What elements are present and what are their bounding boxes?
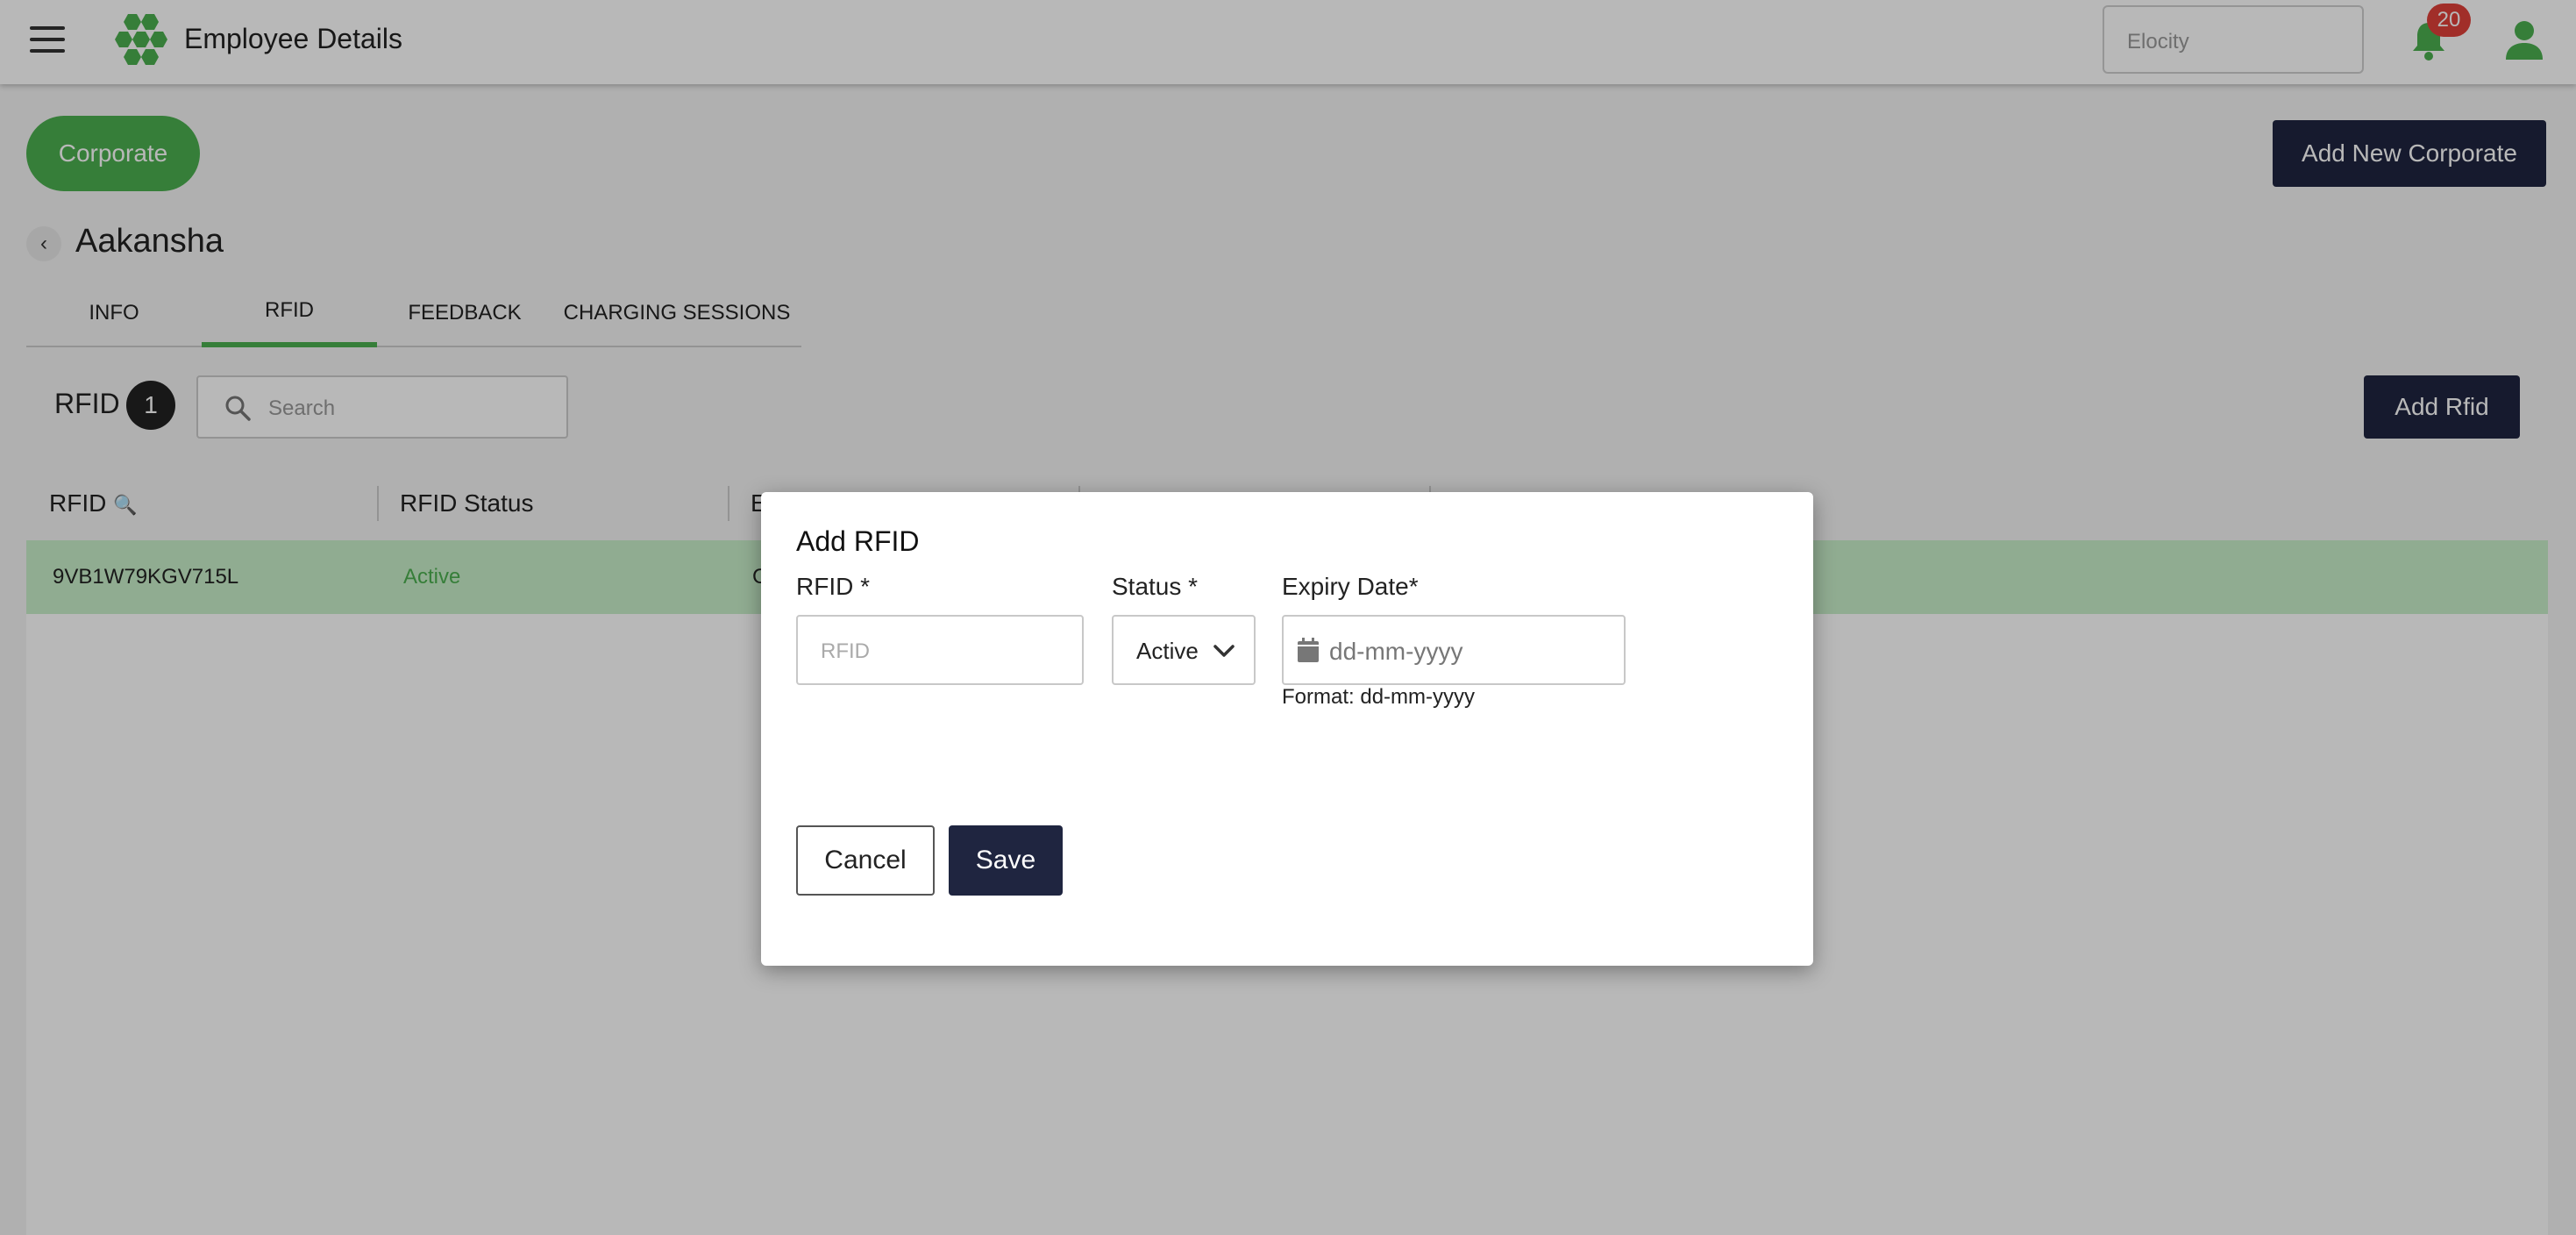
cancel-button[interactable]: Cancel [796,825,935,896]
calendar-icon[interactable] [1296,636,1320,664]
expiry-date-input[interactable]: dd-mm-yyyy [1282,615,1626,685]
expiry-date-placeholder: dd-mm-yyyy [1329,638,1463,665]
rfid-field-label: RFID * [796,573,870,600]
status-value: Active [1136,638,1199,664]
save-button[interactable]: Save [949,825,1063,896]
rfid-input[interactable]: RFID [796,615,1084,685]
rfid-placeholder: RFID [821,639,870,663]
date-format-hint: Format: dd-mm-yyyy [1282,685,1476,709]
chevron-down-icon [1213,645,1235,657]
expiry-date-label: Expiry Date* [1282,573,1419,600]
dialog-title: Add RFID [796,525,920,557]
add-rfid-dialog: Add RFID RFID * RFID Status * Active Exp… [761,492,1813,966]
status-field-label: Status * [1112,573,1199,600]
status-select[interactable]: Active [1112,615,1256,685]
